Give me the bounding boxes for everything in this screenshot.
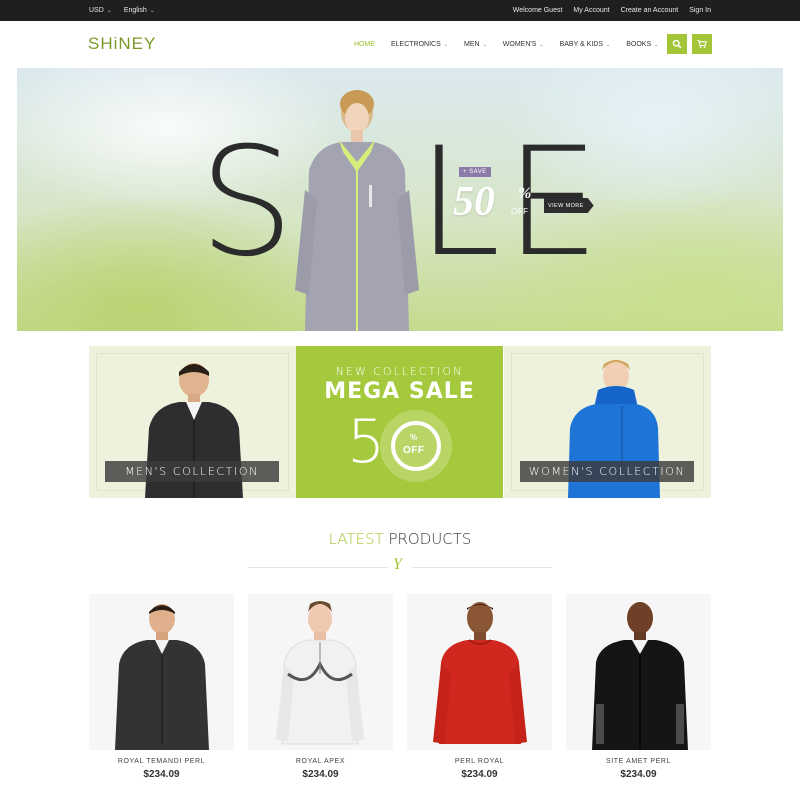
- my-account-link[interactable]: My Account: [573, 7, 609, 14]
- search-icon: [672, 39, 682, 49]
- hero-banner[interactable]: S L E + SAVE 50 % OFF VIEW MORE: [17, 68, 783, 331]
- product-price: $234.09: [143, 769, 180, 780]
- product-name[interactable]: SITE AMET PERL: [566, 758, 711, 765]
- divider-line-left: [248, 567, 388, 568]
- product-image[interactable]: [566, 594, 711, 750]
- sale-off: OFF: [403, 445, 425, 456]
- product-name[interactable]: ROYAL TEMANDI PERL: [89, 758, 234, 765]
- product-image[interactable]: [89, 594, 234, 750]
- nav-item-womens[interactable]: WOMEN'S ⌄: [495, 41, 552, 48]
- product-card[interactable]: ROYAL APEX $234.09: [248, 594, 393, 794]
- product-image-dark-fleece: [115, 604, 209, 750]
- nav-label: ELECTRONICS: [391, 41, 441, 48]
- mens-collection-button[interactable]: MEN'S COLLECTION: [105, 461, 279, 482]
- heading-rest: PRODUCTS: [383, 530, 472, 548]
- save-number: 50: [453, 179, 495, 225]
- nav-label: WOMEN'S: [502, 41, 537, 48]
- chevron-down-icon: ⌄: [539, 41, 544, 48]
- sale-percent: %: [410, 433, 418, 442]
- product-image[interactable]: [248, 594, 393, 750]
- product-card[interactable]: PERL ROYAL $234.09: [407, 594, 552, 794]
- divider-logo-icon: Y: [393, 556, 402, 573]
- logo-text: SHiNEY: [88, 34, 157, 53]
- nav-label: MEN: [464, 41, 480, 48]
- save-tag: + SAVE: [459, 167, 491, 177]
- nav-item-electronics[interactable]: ELECTRONICS ⌄: [383, 41, 456, 48]
- nav-label: BABY & KIDS: [559, 41, 604, 48]
- new-collection-text: NEW COLLECTION: [335, 365, 464, 378]
- welcome-text: Welcome Guest: [512, 7, 563, 14]
- product-name[interactable]: PERL ROYAL: [407, 758, 552, 765]
- nav-item-men[interactable]: MEN ⌄: [456, 41, 495, 48]
- product-price: $234.09: [461, 769, 498, 780]
- site-logo[interactable]: SHiNEY: [88, 34, 156, 54]
- chevron-down-icon: ⌄: [443, 41, 448, 48]
- product-price: $234.09: [302, 769, 339, 780]
- product-price: $234.09: [620, 769, 657, 780]
- hero-model-image: [295, 90, 419, 331]
- main-nav: HOME ELECTRONICS ⌄ MEN ⌄ WOMEN'S ⌄ BABY & K…: [354, 21, 666, 68]
- view-more-button[interactable]: VIEW MORE: [544, 198, 594, 213]
- language-selector[interactable]: English ⌄: [124, 7, 155, 14]
- chevron-down-icon: ⌄: [606, 41, 611, 48]
- create-account-link[interactable]: Create an Account: [621, 7, 679, 14]
- cart-icon: [697, 39, 707, 49]
- nav-item-books[interactable]: BOOKS ⌄: [618, 41, 666, 48]
- nav-item-home[interactable]: HOME: [354, 41, 383, 48]
- currency-label: USD: [89, 7, 104, 14]
- hero-letter-s: S: [199, 116, 295, 290]
- language-label: English: [123, 7, 147, 14]
- womens-collection-button[interactable]: WOMEN'S COLLECTION: [520, 461, 694, 482]
- nav-label: BOOKS: [626, 41, 652, 48]
- divider-line-right: [412, 567, 552, 568]
- product-image-white-jacket: [276, 601, 364, 745]
- product-image-red-sweater: [433, 602, 527, 744]
- heading-accent: LATEST: [328, 530, 384, 548]
- latest-products-heading: LATEST PRODUCTS: [0, 530, 800, 548]
- chevron-down-icon: ⌄: [106, 8, 112, 14]
- save-off: OFF: [511, 207, 529, 216]
- cart-button[interactable]: [692, 34, 712, 54]
- womens-collection-banner[interactable]: WOMEN'S COLLECTION: [504, 346, 711, 498]
- product-card[interactable]: ROYAL TEMANDI PERL $234.09: [89, 594, 234, 794]
- site-header: SHiNEY HOME ELECTRONICS ⌄ MEN ⌄ WOMEN'S ⌄ B…: [0, 21, 800, 68]
- product-image[interactable]: [407, 594, 552, 750]
- save-percent: %: [518, 185, 532, 202]
- nav-label: HOME: [354, 41, 375, 48]
- currency-selector[interactable]: USD ⌄: [89, 7, 112, 14]
- nav-item-baby-kids[interactable]: BABY & KIDS ⌄: [552, 41, 619, 48]
- product-card[interactable]: SITE AMET PERL $234.09: [566, 594, 711, 794]
- product-image-black-fleece: [592, 602, 688, 750]
- chevron-down-icon: ⌄: [654, 41, 659, 48]
- chevron-down-icon: ⌄: [482, 41, 487, 48]
- chevron-down-icon: ⌄: [149, 8, 155, 14]
- mens-collection-banner[interactable]: MEN'S COLLECTION: [89, 346, 296, 498]
- product-name[interactable]: ROYAL APEX: [248, 758, 393, 765]
- search-button[interactable]: [667, 34, 687, 54]
- top-bar: USD ⌄ English ⌄ Welcome Guest My Account…: [0, 0, 800, 21]
- mega-sale-banner[interactable]: NEW COLLECTION MEGA SALE 5 % OFF: [296, 346, 503, 498]
- mega-sale-text: MEGA SALE: [324, 379, 475, 404]
- sign-in-link[interactable]: Sign In: [689, 7, 711, 14]
